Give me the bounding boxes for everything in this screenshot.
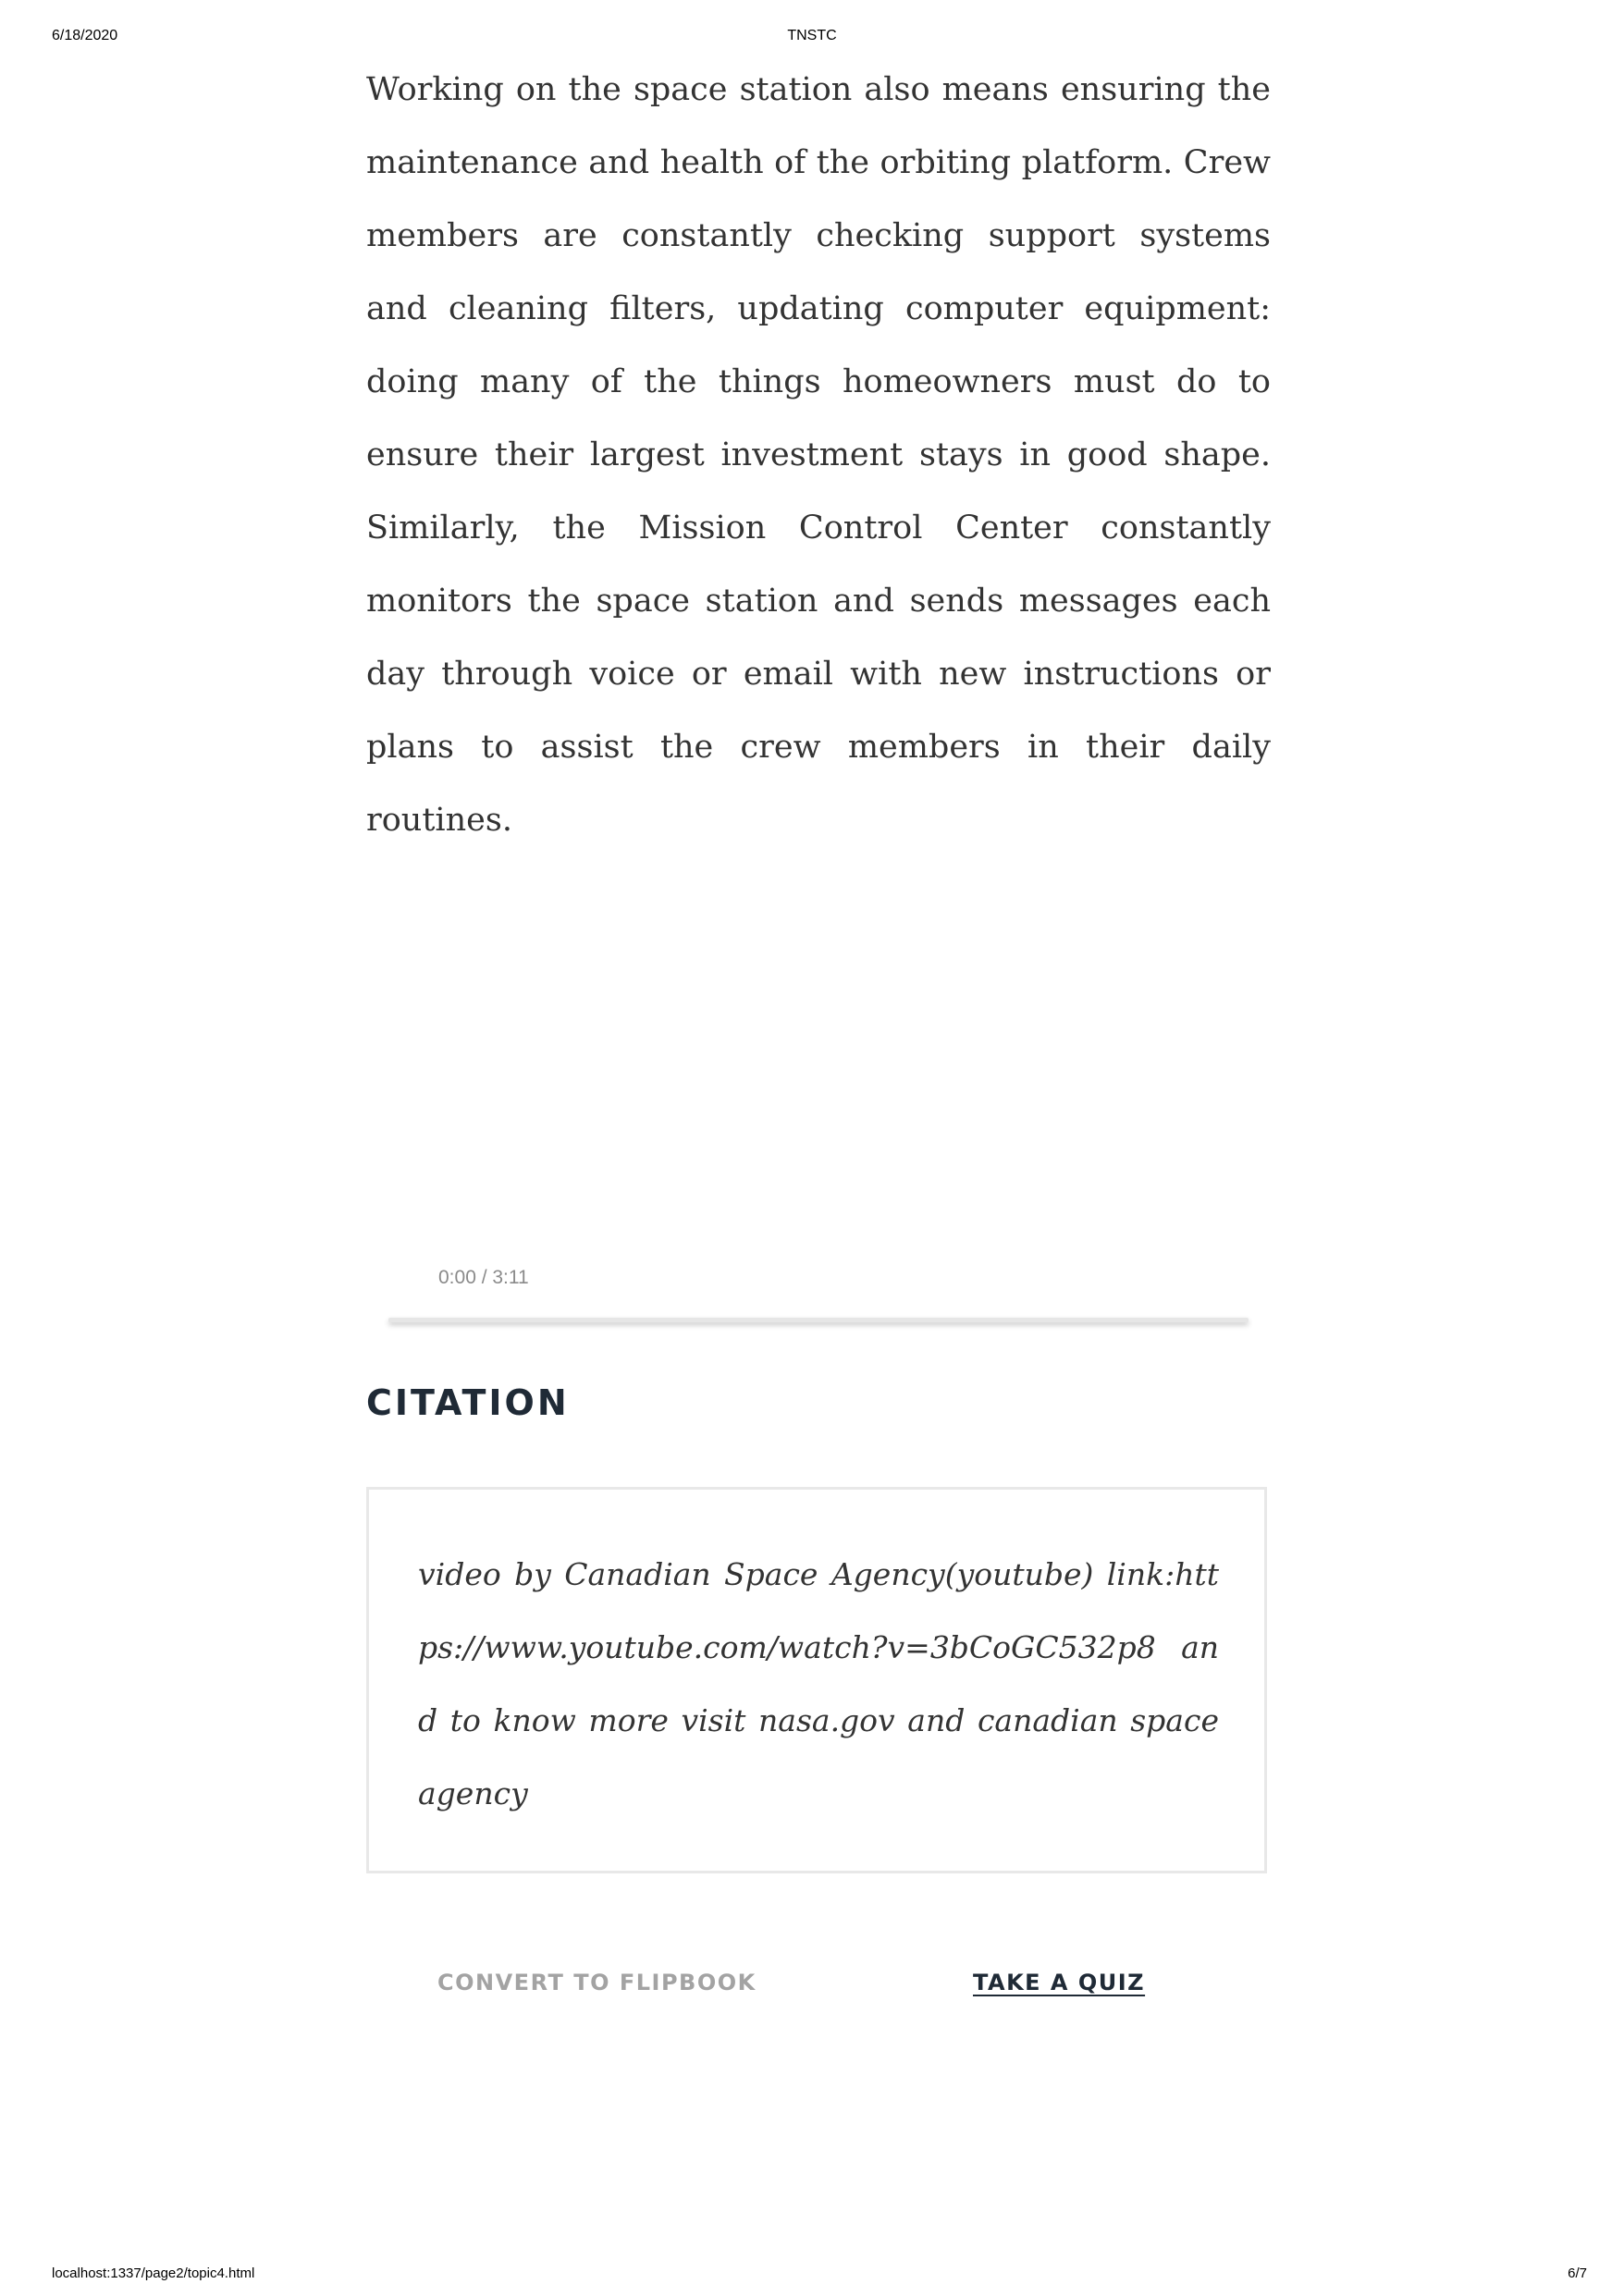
citation-heading: CITATION — [366, 1382, 570, 1423]
article-paragraph: Working on the space station also means … — [366, 71, 1271, 839]
print-header-title: TNSTC — [787, 28, 837, 43]
video-progress-bar[interactable] — [388, 1318, 1249, 1322]
print-footer-url: localhost:1337/page2/topic4.html — [52, 2265, 255, 2281]
take-a-quiz-link[interactable]: TAKE A QUIZ — [973, 1970, 1145, 1995]
video-time-display: 0:00 / 3:11 — [438, 1267, 529, 1288]
citation-text: video by Canadian Space Agency(youtube) … — [418, 1556, 1219, 1811]
citation-box: video by Canadian Space Agency(youtube) … — [366, 1487, 1267, 1873]
convert-to-flipbook-link[interactable]: CONVERT TO FLIPBOOK — [437, 1970, 757, 1995]
video-player[interactable]: 0:00 / 3:11 — [388, 1258, 1249, 1332]
print-footer-page-number: 6/7 — [1568, 2265, 1587, 2281]
